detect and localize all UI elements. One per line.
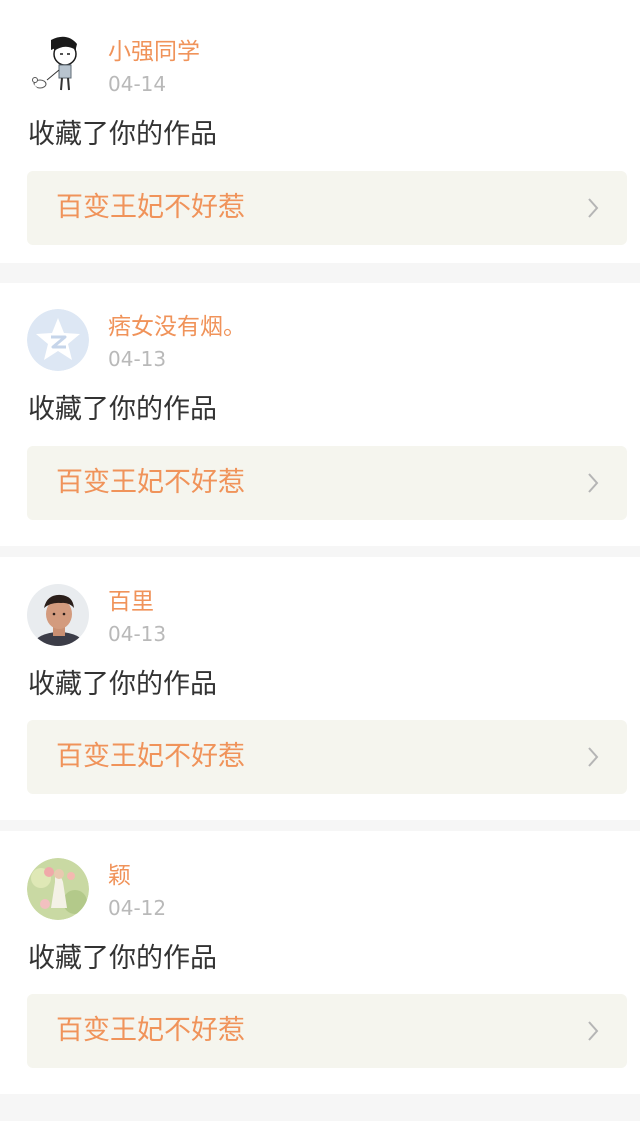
user-avatar[interactable] [27,584,89,646]
qzone-star-avatar-icon [27,309,89,371]
photo-avatar-icon [27,584,89,646]
notification-page: 小强同学 04-14 收藏了你的作品 百变王妃不好惹 痞女没有烟。 04-13 … [0,0,640,1121]
chevron-right-icon [587,1020,599,1042]
work-title: 百变王妃不好惹 [56,741,245,772]
notification-card: 颖 04-12 收藏了你的作品 百变王妃不好惹 [0,831,640,1094]
username[interactable]: 小强同学 [108,37,200,67]
notification-date: 04-14 [108,72,167,96]
user-avatar[interactable] [27,309,89,371]
flower-illustration-avatar-icon [27,858,89,920]
work-link-button[interactable]: 百变王妃不好惹 [27,171,627,245]
notification-action-text: 收藏了你的作品 [28,669,217,700]
username[interactable]: 颖 [108,861,131,891]
user-avatar[interactable] [27,34,89,96]
work-title: 百变王妃不好惹 [56,192,245,223]
cartoon-boy-avatar-icon [27,34,89,96]
chevron-right-icon [587,197,599,219]
work-title: 百变王妃不好惹 [56,1015,245,1046]
username[interactable]: 百里 [108,587,154,617]
chevron-right-icon [587,746,599,768]
notification-card: 痞女没有烟。 04-13 收藏了你的作品 百变王妃不好惹 [0,283,640,546]
username[interactable]: 痞女没有烟。 [108,312,246,342]
notification-date: 04-13 [108,622,167,646]
notification-action-text: 收藏了你的作品 [28,394,217,425]
notification-card: 小强同学 04-14 收藏了你的作品 百变王妃不好惹 [0,0,640,263]
notification-card: 百里 04-13 收藏了你的作品 百变王妃不好惹 [0,557,640,820]
user-avatar[interactable] [27,858,89,920]
notification-action-text: 收藏了你的作品 [28,119,217,150]
notification-action-text: 收藏了你的作品 [28,943,217,974]
work-title: 百变王妃不好惹 [56,467,245,498]
notification-date: 04-12 [108,896,167,920]
work-link-button[interactable]: 百变王妃不好惹 [27,720,627,794]
work-link-button[interactable]: 百变王妃不好惹 [27,994,627,1068]
work-link-button[interactable]: 百变王妃不好惹 [27,446,627,520]
notification-date: 04-13 [108,347,167,371]
chevron-right-icon [587,472,599,494]
